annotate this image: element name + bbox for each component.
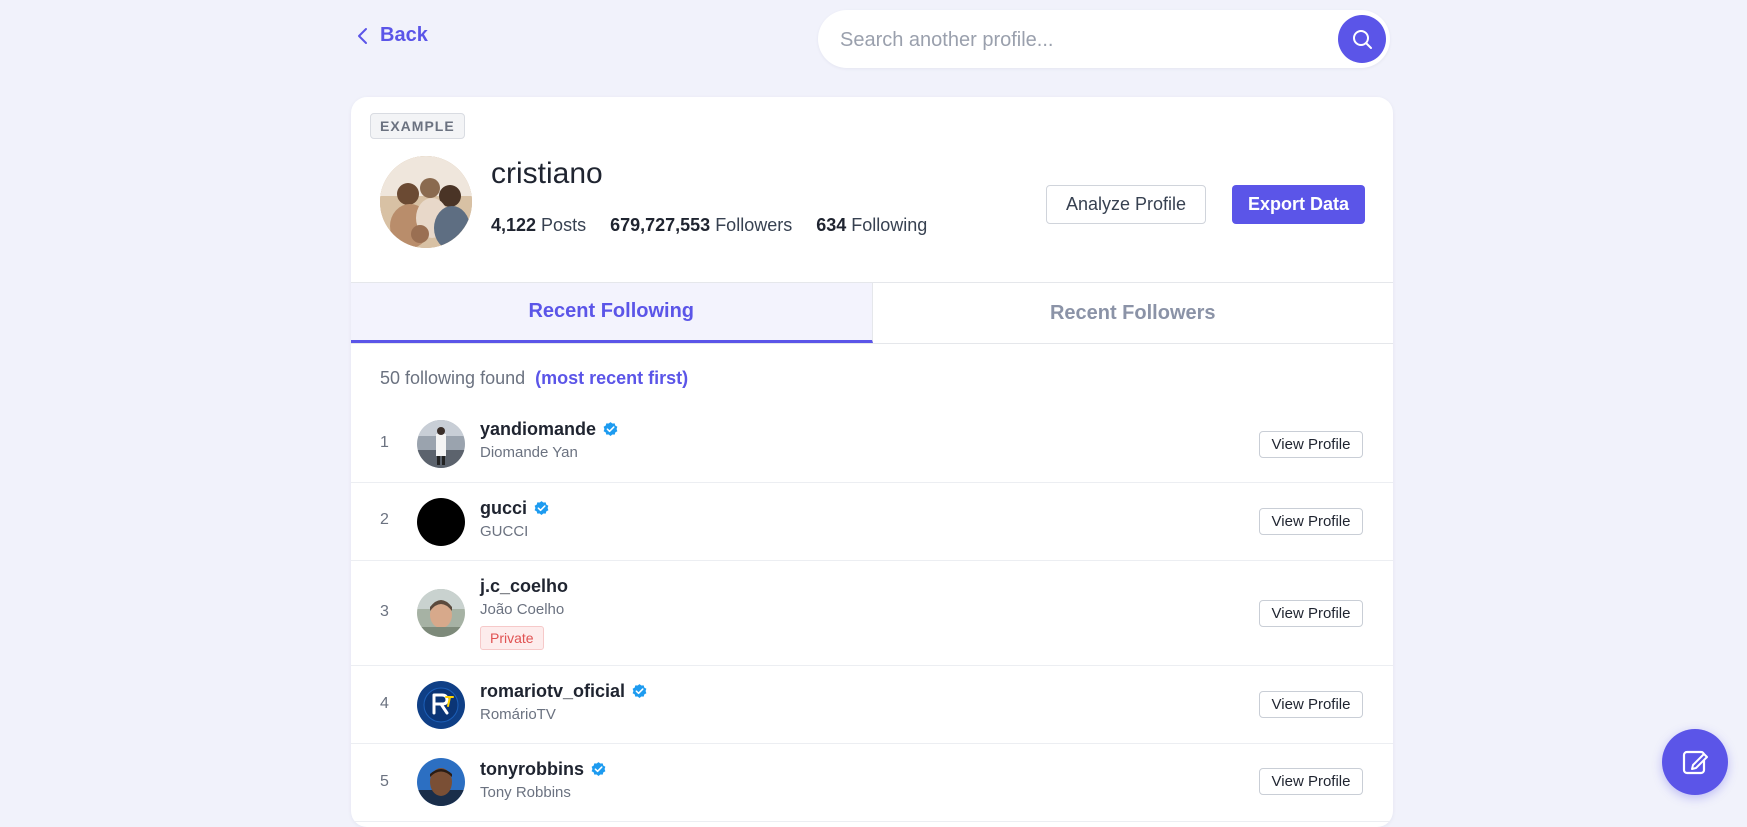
feedback-fab-button[interactable] — [1662, 729, 1728, 795]
view-profile-button[interactable]: View Profile — [1259, 768, 1363, 795]
search-icon — [1353, 30, 1372, 49]
row-index: 5 — [380, 773, 389, 790]
verified-badge-icon — [591, 761, 606, 776]
verified-badge-icon — [603, 421, 618, 436]
user-info: romariotv_oficial RomárioTV — [480, 680, 648, 725]
full-name: RomárioTV — [480, 706, 556, 723]
full-name: Tony Robbins — [480, 784, 571, 801]
username: romariotv_oficial — [480, 681, 626, 701]
row-index: 1 — [380, 434, 389, 451]
user-avatar — [417, 498, 465, 546]
list-item: 3 j.c_coelho João Coelho Private View Pr… — [351, 561, 1393, 666]
verified-badge-icon — [534, 500, 549, 515]
tabs: Recent Following Recent Followers — [351, 282, 1393, 344]
view-profile-button[interactable]: View Profile — [1259, 431, 1363, 458]
stat-followers: 679,727,553 Followers — [610, 215, 793, 235]
stat-following: 634 Following — [816, 215, 928, 235]
user-avatar — [417, 681, 465, 729]
username: yandiomande — [480, 419, 597, 439]
view-profile-button[interactable]: View Profile — [1259, 600, 1363, 627]
list-item: 1 yandiomande Diomande Yan View Profile — [351, 406, 1393, 483]
view-profile-button[interactable]: View Profile — [1259, 508, 1363, 535]
tab-recent-followers[interactable]: Recent Followers — [873, 283, 1394, 343]
profile-avatar — [380, 156, 472, 248]
results-count: 50 following found (most recent first) — [380, 368, 688, 389]
example-badge: EXAMPLE — [370, 113, 465, 139]
full-name: GUCCI — [480, 523, 529, 540]
user-info: tonyrobbins Tony Robbins — [480, 758, 607, 803]
user-avatar — [417, 420, 465, 468]
profile-username: cristiano — [491, 157, 603, 190]
list-item: 5 tonyrobbins Tony Robbins View Profile — [351, 744, 1393, 822]
row-index: 4 — [380, 695, 389, 712]
user-info: gucci GUCCI — [480, 497, 550, 542]
back-label: Back — [380, 24, 428, 46]
search-input[interactable] — [838, 10, 1302, 70]
full-name: João Coelho — [480, 601, 565, 618]
chevron-left-icon — [358, 27, 367, 44]
following-list: 1 yandiomande Diomande Yan View Profile … — [351, 406, 1393, 822]
back-link[interactable]: Back — [356, 24, 428, 47]
private-badge: Private — [480, 626, 544, 650]
user-avatar — [417, 589, 465, 637]
username: tonyrobbins — [480, 759, 584, 779]
search-button[interactable] — [1338, 15, 1386, 63]
list-item: 2 gucci GUCCI View Profile — [351, 483, 1393, 561]
user-info: yandiomande Diomande Yan — [480, 418, 619, 463]
verified-badge-icon — [632, 683, 647, 698]
profile-card: EXAMPLE cristiano 4,122 Posts 679,727,553… — [351, 97, 1393, 827]
profile-stats: 4,122 Posts 679,727,553 Followers 634 Follo… — [491, 215, 927, 236]
user-avatar — [417, 758, 465, 806]
list-item: 4 romariotv_oficial RomárioTV View Profi… — [351, 666, 1393, 744]
edit-note-icon — [1682, 750, 1708, 775]
row-index: 3 — [380, 603, 389, 620]
stat-posts: 4,122 Posts — [491, 215, 587, 235]
sort-note: (most recent first) — [535, 368, 689, 388]
results-count-text: 50 following found — [380, 368, 526, 388]
search-box — [818, 10, 1390, 70]
user-info: j.c_coelho João Coelho Private — [480, 575, 568, 650]
tab-recent-following[interactable]: Recent Following — [351, 283, 873, 343]
username: gucci — [480, 498, 528, 518]
username: j.c_coelho — [480, 576, 569, 596]
row-index: 2 — [380, 511, 389, 528]
export-data-button[interactable]: Export Data — [1232, 185, 1365, 224]
analyze-profile-button[interactable]: Analyze Profile — [1046, 185, 1206, 224]
view-profile-button[interactable]: View Profile — [1259, 691, 1363, 718]
full-name: Diomande Yan — [480, 444, 578, 461]
